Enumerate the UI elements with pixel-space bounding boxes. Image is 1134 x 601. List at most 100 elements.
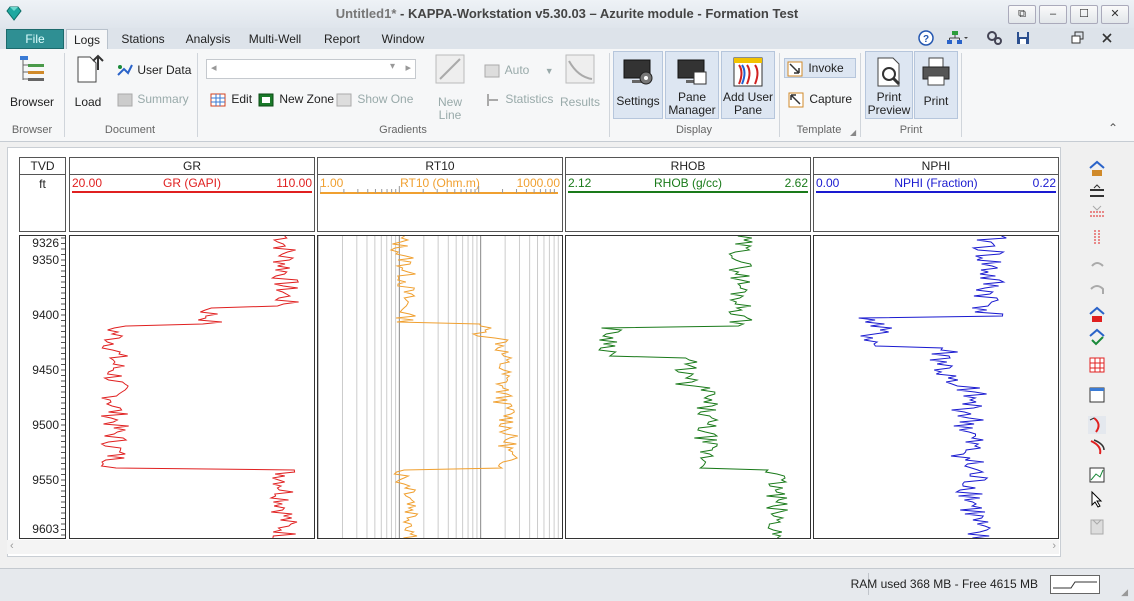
save-icon[interactable] (1015, 30, 1031, 46)
vertical-marker-icon[interactable] (1088, 228, 1106, 246)
validate-icon[interactable] (1088, 328, 1106, 346)
user-data-icon (117, 64, 133, 76)
pane-manager-label-2: Manager (668, 103, 716, 117)
rt10-track[interactable] (317, 235, 563, 539)
restore-layout-button[interactable]: ⧉ (1008, 5, 1036, 24)
nphi-curve-name: NPHI (Fraction) (894, 176, 978, 190)
log-tools-sidebar (1080, 150, 1114, 550)
rhob-track[interactable] (565, 235, 811, 539)
horizontal-scrollbar[interactable]: ‹ › (7, 540, 1059, 554)
gradient-selector-combo[interactable]: ◂ ▾ ▸ (206, 59, 416, 79)
curve-split-icon[interactable] (1088, 438, 1106, 456)
resize-grip-icon[interactable]: ◢ (1121, 587, 1128, 598)
print-button[interactable]: Print (914, 51, 958, 119)
show-one-icon (336, 93, 352, 107)
scroll-up-indicator-icon[interactable] (1092, 204, 1102, 212)
load-button[interactable]: Load (70, 53, 106, 113)
scroll-right-icon[interactable]: › (1052, 540, 1056, 552)
curve-edit-icon[interactable] (1088, 416, 1106, 434)
print-preview-icon (877, 57, 901, 87)
settings-button[interactable]: Settings (613, 51, 663, 119)
pointer-cursor-icon[interactable] (1088, 490, 1106, 508)
scroll-down-indicator-icon[interactable] (1092, 518, 1102, 526)
rhob-scale-min: 2.12 (568, 176, 592, 190)
maximize-button[interactable]: ☐ (1070, 5, 1098, 24)
add-user-pane-icon (733, 57, 763, 87)
add-user-pane-button[interactable]: Add User Pane (721, 51, 775, 119)
statistics-button[interactable]: Statistics (484, 90, 553, 108)
add-track-icon[interactable] (1088, 306, 1106, 324)
template-dialog-launcher-icon[interactable]: ◢ (850, 128, 856, 137)
nphi-scale: NPHI (Fraction) 0.00 0.22 (816, 176, 1056, 190)
tab-report[interactable]: Report (314, 29, 370, 49)
group-separator (961, 53, 962, 137)
edit-button[interactable]: Edit (210, 90, 252, 108)
rhob-track-header[interactable]: RHOB RHOB (g/cc) 2.12 2.62 (565, 157, 811, 232)
invoke-icon (787, 61, 803, 77)
chart-icon[interactable] (1088, 466, 1106, 484)
zoom-top-icon[interactable] (1088, 160, 1106, 178)
results-button[interactable]: Results (558, 53, 602, 113)
settings-monitor-icon (623, 59, 653, 85)
file-menu-button[interactable]: File (6, 29, 64, 49)
rt10-track-header[interactable]: RT10 RT10 (Ohm.m) 1.00 1000.00 (317, 157, 563, 232)
redo-icon[interactable] (1088, 280, 1106, 298)
rt10-log-scale-line (320, 186, 558, 194)
grid-table-icon[interactable] (1088, 356, 1106, 374)
nphi-track[interactable] (813, 235, 1059, 539)
network-icon[interactable] (946, 30, 968, 46)
depth-label: 9450 (32, 363, 59, 377)
close-button[interactable]: ✕ (1101, 5, 1129, 24)
rhob-curve-plot (598, 236, 788, 538)
fit-depth-icon[interactable] (1088, 184, 1106, 202)
load-button-label: Load (74, 95, 102, 109)
rt10-track-name: RT10 (318, 159, 562, 175)
gr-curve (100, 236, 299, 538)
group-label-browser: Browser (11, 124, 53, 136)
tab-analysis[interactable]: Analysis (180, 29, 236, 49)
pane-manager-button[interactable]: Pane Manager (665, 51, 719, 119)
gr-curve-plot (100, 236, 299, 538)
minimize-button[interactable]: – (1039, 5, 1067, 24)
depth-unit: ft (39, 177, 46, 191)
invoke-label: Invoke (808, 61, 844, 75)
print-preview-button[interactable]: Print Preview (865, 51, 913, 119)
new-line-button[interactable]: New Line (426, 53, 474, 122)
new-line-label: New Line (437, 95, 462, 122)
group-label-document: Document (104, 124, 156, 136)
summary-label: Summary (137, 92, 189, 106)
rhob-track-name: RHOB (566, 159, 810, 175)
capture-button[interactable]: Capture (788, 90, 852, 108)
tab-logs[interactable]: Logs (66, 29, 108, 51)
gr-track-header[interactable]: GR GR (GAPI) 20.00 110.00 (69, 157, 315, 232)
window-layout-icon[interactable] (1088, 386, 1106, 404)
tab-stations[interactable]: Stations (112, 29, 174, 49)
gr-track[interactable] (69, 235, 315, 539)
depth-label: 9603 (32, 522, 59, 536)
capture-icon (788, 92, 804, 108)
new-zone-button[interactable]: New Zone (258, 90, 334, 108)
options-gear-icon[interactable] (986, 30, 1002, 46)
restore-pane-icon[interactable] (1071, 31, 1085, 45)
depth-label: 9550 (32, 473, 59, 487)
scroll-left-icon[interactable]: ‹ (10, 540, 14, 552)
nphi-track-header[interactable]: NPHI NPHI (Fraction) 0.00 0.22 (813, 157, 1059, 232)
show-one-button[interactable]: Show One (336, 90, 413, 108)
help-icon[interactable]: ? (918, 30, 934, 46)
collapse-ribbon-icon[interactable]: ⌃ (1108, 121, 1118, 135)
depth-track-name: TVD (20, 159, 65, 175)
printer-icon (922, 57, 950, 86)
close-pane-icon[interactable] (1100, 31, 1114, 45)
invoke-button[interactable]: Invoke (784, 58, 856, 78)
browser-button[interactable]: Browser (8, 53, 56, 113)
settings-label: Settings (616, 94, 660, 108)
user-data-button[interactable]: User Data (116, 61, 191, 79)
statistics-label: Statistics (505, 92, 554, 106)
tab-window[interactable]: Window (376, 29, 430, 49)
depth-label: 9500 (32, 418, 59, 432)
tab-multi-well[interactable]: Multi-Well (242, 29, 308, 49)
undo-icon[interactable] (1088, 258, 1106, 276)
summary-button[interactable]: Summary (116, 90, 189, 108)
nphi-scale-min: 0.00 (816, 176, 840, 190)
auto-button[interactable]: Auto ▼ (484, 61, 554, 79)
